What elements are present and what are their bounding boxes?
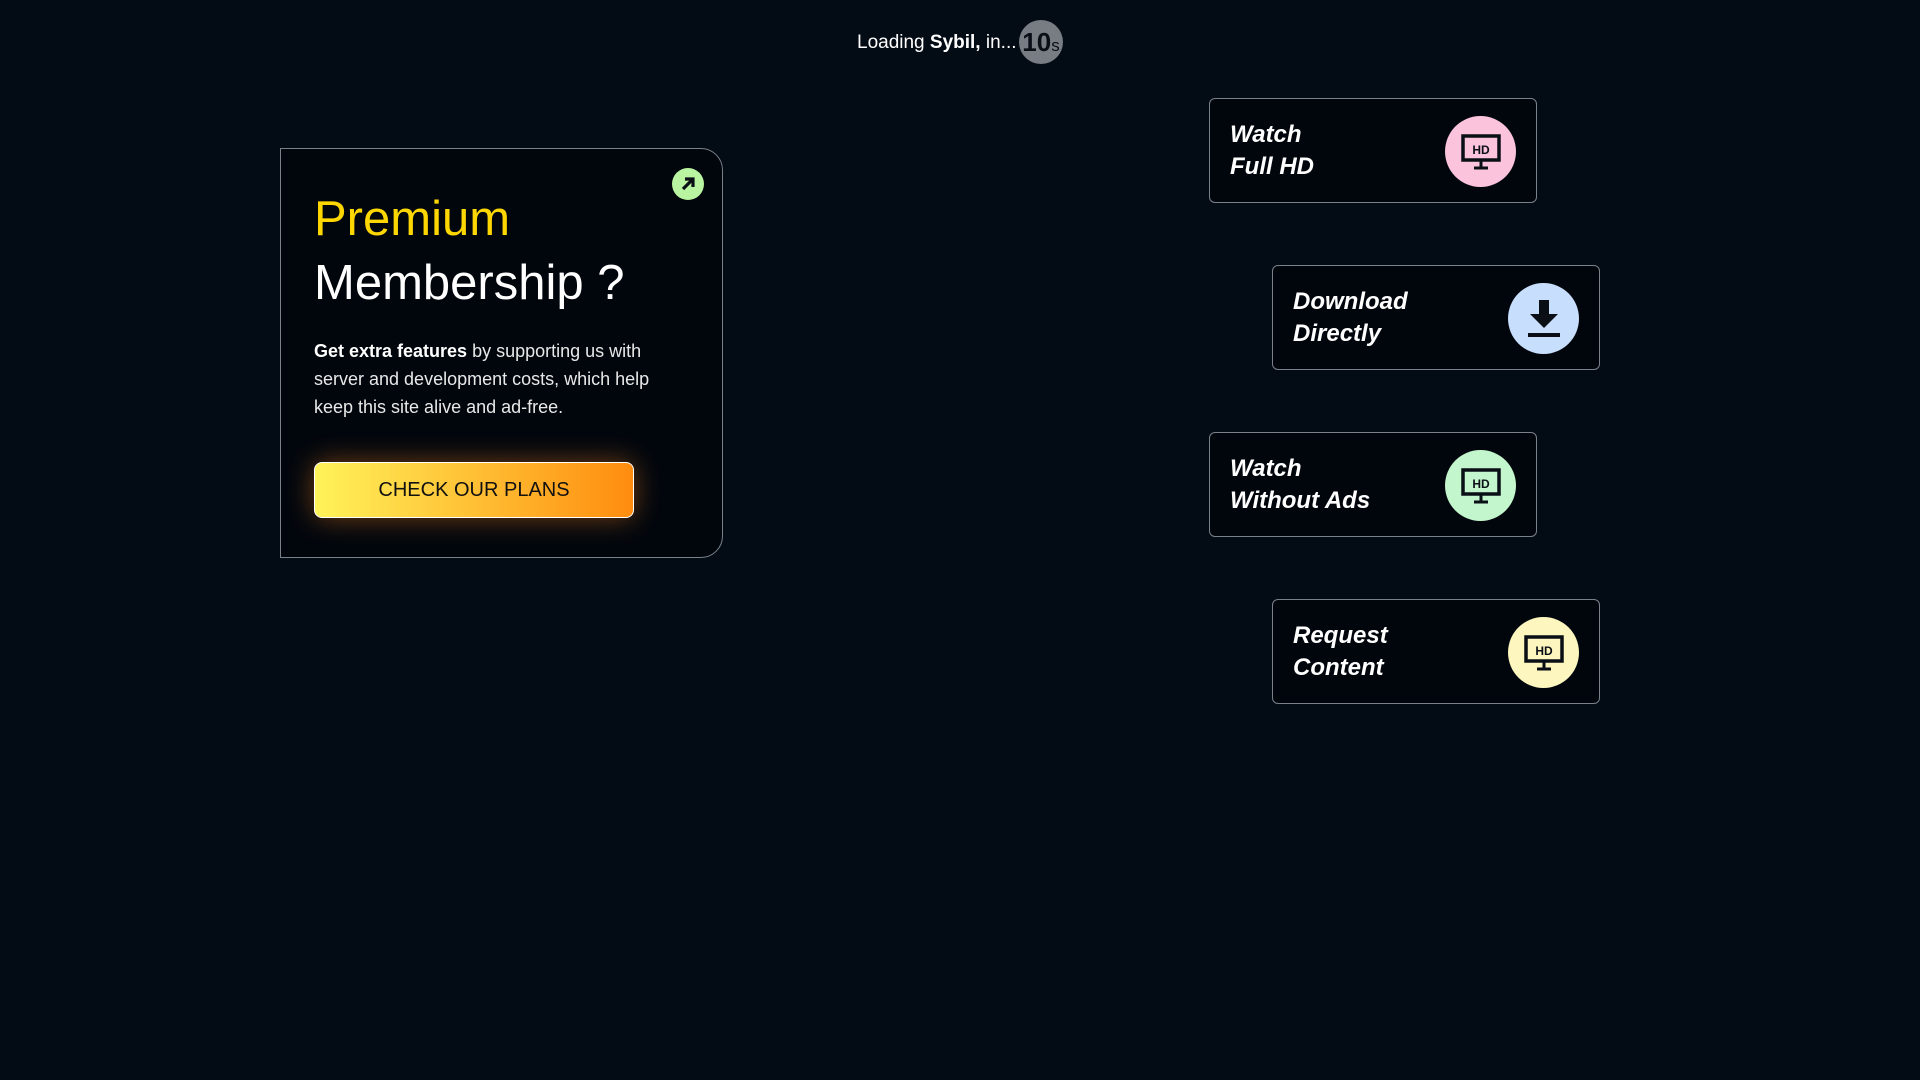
check-plans-button[interactable]: CHECK OUR PLANS — [314, 462, 634, 518]
premium-card: Premium Membership ? Get extra features … — [280, 148, 723, 558]
feature-request-content[interactable]: Request Content HD — [1272, 599, 1600, 704]
membership-title: Membership ? — [314, 256, 625, 310]
feature-label: Request Content — [1293, 620, 1493, 684]
feature-download-directly[interactable]: Download Directly — [1272, 265, 1600, 370]
feature-watch-full-hd[interactable]: Watch Full HD HD — [1209, 98, 1537, 203]
feature-label: Watch Without Ads — [1230, 453, 1430, 517]
feature-label-line1: Download — [1293, 288, 1408, 315]
loading-suffix: in... — [980, 32, 1017, 53]
svg-text:HD: HD — [1535, 644, 1553, 658]
svg-text:HD: HD — [1472, 143, 1490, 157]
feature-label-line2: Directly — [1293, 320, 1382, 347]
feature-label: Download Directly — [1293, 286, 1493, 350]
countdown-badge: 10 s — [1019, 20, 1063, 64]
description-bold: Get extra features — [314, 341, 468, 361]
feature-label-line1: Request — [1293, 622, 1388, 649]
premium-title: Premium — [314, 192, 511, 246]
svg-text:HD: HD — [1472, 477, 1490, 491]
hd-monitor-icon: HD — [1508, 617, 1579, 688]
feature-label-line2: Without Ads — [1230, 487, 1371, 514]
loading-prefix: Loading — [857, 32, 930, 53]
countdown-unit: s — [1051, 36, 1060, 55]
countdown-value: 10 — [1022, 26, 1052, 57]
external-link-icon[interactable] — [672, 168, 704, 200]
download-icon — [1508, 283, 1579, 354]
feature-label-line2: Full HD — [1230, 153, 1314, 180]
premium-description: Get extra features by supporting us with… — [314, 337, 674, 421]
hd-monitor-icon: HD — [1445, 450, 1516, 521]
feature-label-line1: Watch — [1230, 121, 1302, 148]
feature-watch-without-ads[interactable]: Watch Without Ads HD — [1209, 432, 1537, 537]
feature-label: Watch Full HD — [1230, 119, 1430, 183]
hd-monitor-icon: HD — [1445, 116, 1516, 187]
feature-label-line1: Watch — [1230, 455, 1302, 482]
feature-label-line2: Content — [1293, 654, 1384, 681]
loading-name: Sybil, — [929, 32, 981, 53]
loading-text: Loading Sybil, in... — [857, 26, 1017, 60]
